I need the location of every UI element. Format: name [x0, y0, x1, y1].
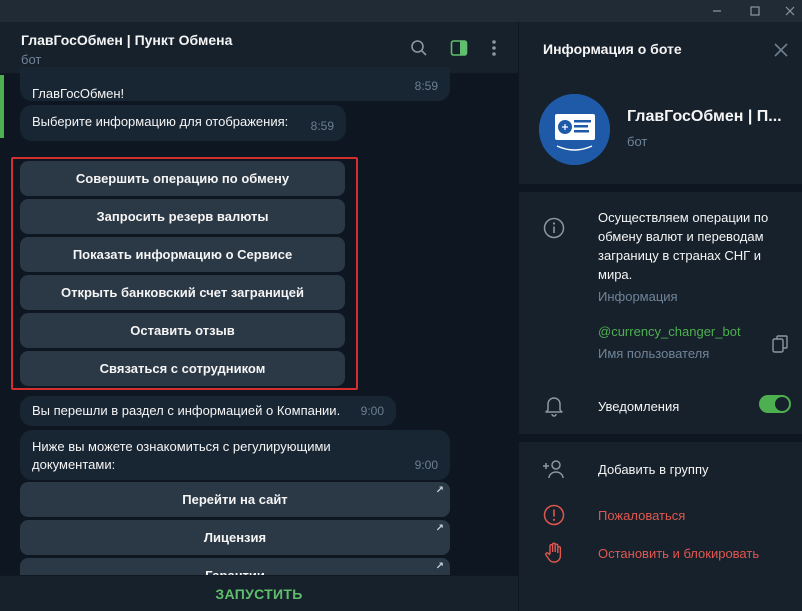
- menu-button-exchange[interactable]: Совершить операцию по обмену: [20, 161, 345, 196]
- window-titlebar: [0, 0, 802, 22]
- toggle-knob: [775, 397, 789, 411]
- section-divider: [519, 434, 802, 442]
- message-time: 8:59: [310, 119, 334, 133]
- external-link-icon: ↗: [435, 561, 444, 572]
- add-to-group-button[interactable]: Добавить в группу: [598, 462, 709, 477]
- panel-title: Информация о боте: [543, 41, 682, 57]
- search-icon[interactable]: [407, 36, 431, 60]
- maximize-button[interactable]: [735, 0, 775, 22]
- link-button-label: Перейти на сайт: [182, 492, 288, 507]
- minimize-button[interactable]: [697, 0, 737, 22]
- external-link-icon: ↗: [435, 485, 444, 496]
- message-text: ГлавГосОбмен!: [32, 86, 125, 101]
- message-time: 8:59: [414, 79, 438, 93]
- info-icon: [541, 215, 567, 241]
- bot-username[interactable]: @currency_changer_bot: [598, 324, 741, 339]
- add-user-icon: [541, 456, 567, 482]
- menu-button-review[interactable]: Оставить отзыв: [20, 313, 345, 348]
- close-icon: [785, 6, 795, 16]
- bot-type: бот: [627, 134, 648, 149]
- message-bubble: Вы перешли в раздел с информацией о Комп…: [20, 396, 396, 426]
- notifications-label: Уведомления: [598, 399, 680, 414]
- bot-name: ГлавГосОбмен | П...: [627, 108, 782, 125]
- menu-button-reserve[interactable]: Запросить резерв валюты: [20, 199, 345, 234]
- username-label: Имя пользователя: [598, 346, 710, 361]
- unread-indicator: [0, 75, 4, 138]
- hand-stop-icon: [541, 540, 567, 566]
- link-button-label: Лицензия: [203, 530, 267, 545]
- section-divider: [519, 184, 802, 192]
- message-bubble: Выберите информацию для отображения: 8:5…: [20, 105, 346, 141]
- minimize-icon: [713, 10, 721, 12]
- message-text: Ниже вы можете ознакомиться с регулирующ…: [32, 439, 331, 472]
- chat-column: ГлавГосОбмен | Пункт Обмена бот ГлавГосО…: [0, 22, 518, 611]
- link-button-license[interactable]: Лицензия ↗: [20, 520, 450, 555]
- bot-logo-icon: [539, 94, 610, 165]
- message-bubble: ГлавГосОбмен! 8:59: [20, 67, 450, 101]
- menu-button-bank-account[interactable]: Открыть банковский счет заграницей: [20, 275, 345, 310]
- message-time: 9:00: [414, 458, 438, 472]
- description-label: Информация: [598, 289, 678, 304]
- close-panel-button[interactable]: [770, 39, 792, 61]
- chat-title[interactable]: ГлавГосОбмен | Пункт Обмена: [21, 32, 232, 48]
- notifications-toggle[interactable]: [759, 395, 791, 413]
- avatar[interactable]: [539, 94, 610, 165]
- message-list[interactable]: ГлавГосОбмен! 8:59 Выберите информацию д…: [0, 67, 518, 593]
- message-bubble: Ниже вы можете ознакомиться с регулирующ…: [20, 430, 450, 480]
- bell-icon: [541, 393, 567, 419]
- start-button[interactable]: ЗАПУСТИТЬ: [0, 575, 518, 611]
- message-text: Выберите информацию для отображения:: [32, 114, 289, 129]
- chat-subtitle: бот: [21, 52, 42, 67]
- report-icon: [541, 502, 567, 528]
- bot-info-panel: Информация о боте ГлавГосОбмен | П... бо…: [518, 22, 802, 611]
- report-button[interactable]: Пожаловаться: [598, 508, 685, 523]
- menu-button-service-info[interactable]: Показать информацию о Сервисе: [20, 237, 345, 272]
- external-link-icon: ↗: [435, 523, 444, 534]
- close-window-button[interactable]: [770, 0, 802, 22]
- message-time: 9:00: [360, 404, 384, 418]
- copy-icon[interactable]: [767, 331, 793, 357]
- bot-description: Осуществляем операции по обмену валют и …: [598, 210, 769, 282]
- link-button-website[interactable]: Перейти на сайт ↗: [20, 482, 450, 517]
- maximize-icon: [750, 6, 760, 16]
- more-options-icon[interactable]: [482, 36, 506, 60]
- close-icon: [774, 43, 788, 57]
- sidebar-toggle-icon[interactable]: [447, 36, 471, 60]
- message-text: Вы перешли в раздел с информацией о Комп…: [32, 403, 341, 418]
- block-bot-button[interactable]: Остановить и блокировать: [598, 546, 759, 561]
- menu-button-contact[interactable]: Связаться с сотрудником: [20, 351, 345, 386]
